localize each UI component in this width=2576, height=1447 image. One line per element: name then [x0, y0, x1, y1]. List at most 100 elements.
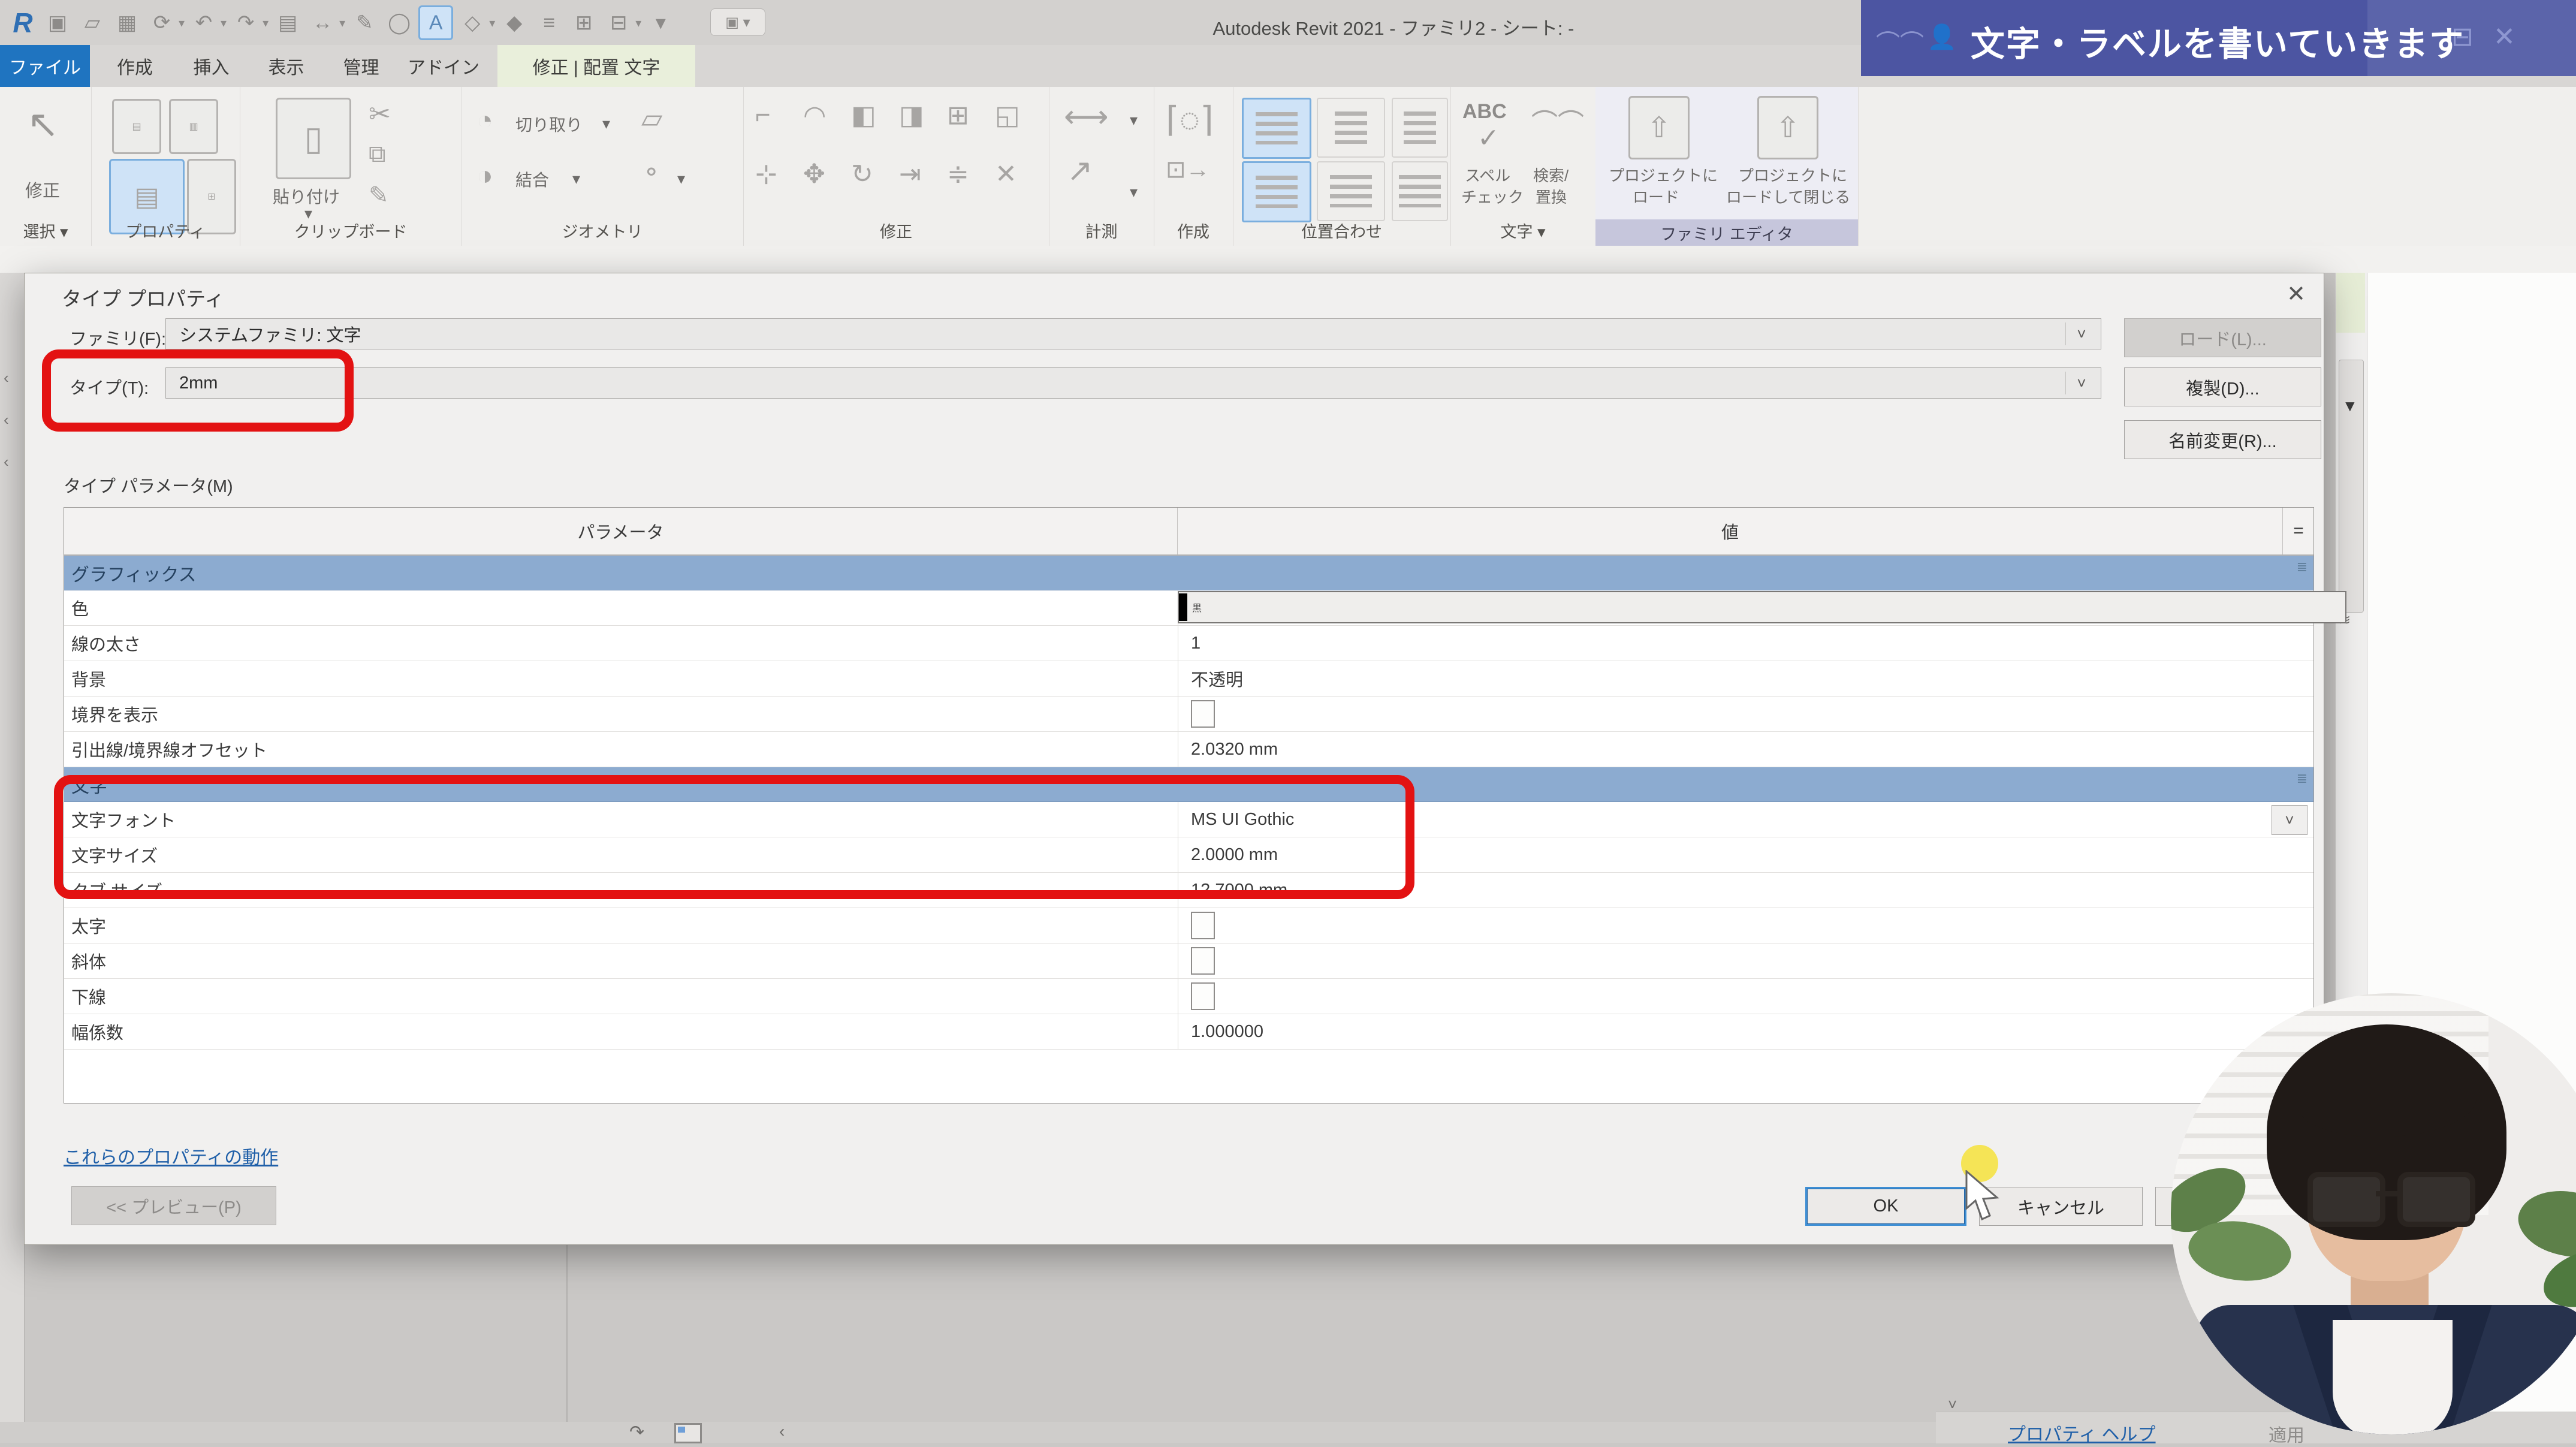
join-geometry-icon[interactable]: ◑ [476, 159, 493, 191]
view-3d-icon[interactable]: ◇ [457, 7, 488, 38]
text-icon[interactable]: A [418, 5, 453, 40]
color-value-editbox[interactable]: 黒 [1178, 591, 2346, 623]
modify-tool-icon-1[interactable]: ⌐ [755, 100, 771, 130]
palette-collapse-icon[interactable]: ‹ [4, 369, 9, 387]
dimension-icon[interactable]: ✎ [349, 7, 380, 38]
group-label-geometry[interactable]: ジオメトリ [461, 219, 743, 242]
tab-5[interactable]: アドイン [399, 45, 488, 87]
dimension-arrow[interactable]: ▾ [1130, 183, 1138, 201]
param-checkbox[interactable] [1191, 912, 1215, 939]
modify-tool-icon-10[interactable]: ⇥ [899, 159, 921, 189]
table-row[interactable]: 下線 [64, 979, 2313, 1014]
join-geometry-arrow[interactable]: ▾ [572, 170, 580, 188]
table-row[interactable]: 太字 [64, 908, 2313, 943]
behavior-help-link[interactable]: これらのプロパティの動作 [64, 1142, 278, 1169]
modify-tool-icon-6[interactable]: ◱ [995, 100, 1020, 131]
copy-icon[interactable]: ⧉ [369, 141, 386, 168]
table-row[interactable]: 境界を表示 [64, 697, 2313, 732]
thin-lines-icon[interactable]: ≡ [533, 7, 565, 38]
param-checkbox[interactable] [1191, 700, 1215, 728]
undo-icon-dropdown[interactable]: ▾ [221, 16, 227, 31]
type-combo-chevron-icon[interactable]: ˅ [2065, 372, 2097, 394]
modify-tool-icon-11[interactable]: ≑ [947, 159, 969, 189]
family-combo-chevron-icon[interactable]: ˅ [2065, 322, 2097, 345]
find-replace-label-1[interactable]: 検索/ [1533, 164, 1568, 186]
align-bottom-center-button[interactable] [1317, 161, 1385, 221]
group-label-measure[interactable]: 計測 [1049, 219, 1154, 242]
cut-geometry-icon[interactable]: ◔ [476, 104, 493, 136]
load-into-project-label-2[interactable]: ロード [1633, 185, 1679, 207]
tab-file[interactable]: ファイル [0, 45, 90, 87]
spell-check-label-2[interactable]: チェック [1461, 185, 1524, 207]
load-into-project-icon[interactable]: ⇧ [1628, 96, 1690, 159]
rename-button[interactable]: 名前変更(R)... [2124, 420, 2321, 459]
measure-arrow[interactable]: ▾ [1130, 111, 1138, 129]
join-geometry-label[interactable]: 結合 [515, 167, 549, 191]
status-scroll-left-icon[interactable]: ‹ [779, 1422, 785, 1441]
palette-scroll-down-icon[interactable]: ˅ [1948, 1395, 1957, 1414]
table-row[interactable]: 色黒 [64, 590, 2313, 626]
font-dropdown-button[interactable]: ˅ [2272, 805, 2307, 835]
align-bottom-right-button[interactable] [1392, 161, 1448, 221]
align-top-left-button[interactable] [1242, 98, 1311, 159]
redo-icon-dropdown[interactable]: ▾ [263, 16, 269, 31]
table-row[interactable]: 幅係数1.000000 [64, 1014, 2313, 1050]
create-similar-icon[interactable]: ⊡→ [1166, 156, 1210, 183]
modify-tool-icon-3[interactable]: ◧ [851, 100, 876, 131]
type-combobox[interactable]: 2mm ˅ [165, 367, 2101, 399]
modify-tool-icon-2[interactable]: ◠ [803, 100, 826, 131]
sync-icon-dropdown[interactable]: ▾ [179, 16, 185, 31]
find-replace-icon[interactable]: ⌒⌒ [1531, 102, 1584, 140]
match-properties-icon[interactable]: ✎ [369, 182, 389, 209]
section-icon[interactable]: ◆ [499, 7, 530, 38]
status-undo-icon[interactable]: ↷ [629, 1422, 644, 1443]
load-close-label-2[interactable]: ロードして閉じる [1726, 185, 1850, 207]
align-top-right-button[interactable] [1392, 98, 1448, 158]
family-combobox[interactable]: システムファミリ: 文字 ˅ [165, 318, 2101, 349]
modify-button-label[interactable]: 修正 [25, 177, 60, 202]
create-group-icon[interactable]: ⌈◌⌉ [1166, 99, 1214, 140]
param-checkbox[interactable] [1191, 947, 1215, 975]
group-label-select[interactable]: 選択 ▾ [0, 219, 91, 242]
palette-collapse-icon-2[interactable]: ‹ [4, 411, 9, 429]
open-icon[interactable]: ▱ [77, 7, 108, 38]
group-label-create[interactable]: 作成 [1154, 219, 1233, 242]
align-top-center-button[interactable] [1317, 98, 1385, 158]
measure-icon[interactable]: ↔ [307, 7, 338, 38]
undo-icon[interactable]: ↶ [188, 7, 219, 38]
table-row[interactable]: 背景不透明 [64, 661, 2313, 697]
qat-customize-icon[interactable]: ▾ [645, 7, 676, 38]
param-checkbox[interactable] [1191, 982, 1215, 1010]
section-menu-icon[interactable]: ≣ [2297, 771, 2307, 786]
family-category-icon[interactable]: ▥ [169, 99, 218, 154]
section-header[interactable]: グラフィックス≣ [64, 556, 2313, 590]
group-label-modify[interactable]: 修正 [743, 219, 1049, 242]
demolish-icon[interactable]: ⚬ [641, 159, 662, 186]
paint-icon[interactable]: ▱ [641, 102, 662, 134]
section-menu-icon[interactable]: ≣ [2297, 559, 2307, 575]
switch-windows-icon[interactable]: ⊞ [568, 7, 599, 38]
ui-toggle-icon[interactable]: ▣ [42, 7, 73, 38]
parameter-column-header[interactable]: パラメータ [64, 508, 1178, 554]
find-replace-label-2[interactable]: 置換 [1536, 185, 1567, 207]
group-label-properties[interactable]: プロパティ [91, 219, 240, 242]
cut-geometry-label[interactable]: 切り取り [515, 112, 583, 136]
group-label-align[interactable]: 位置合わせ [1233, 219, 1450, 242]
tab-2[interactable]: 挿入 [177, 45, 246, 87]
measure-tool-icon[interactable]: ⟷ [1064, 99, 1109, 135]
paste-icon[interactable]: ▯ [276, 98, 351, 179]
tile-windows-icon-dropdown[interactable]: ▾ [635, 16, 641, 31]
table-menu-icon[interactable]: = [2283, 508, 2314, 554]
table-row[interactable]: 線の太さ1 [64, 626, 2313, 661]
sync-icon[interactable]: ⟳ [146, 7, 177, 38]
cut-icon[interactable]: ✂ [369, 99, 391, 129]
modify-tool-icon-5[interactable]: ⊞ [947, 100, 969, 131]
tab-1[interactable]: 作成 [99, 45, 171, 87]
palette-collapse-icon-3[interactable]: ‹ [4, 453, 9, 471]
modify-cursor-icon[interactable]: ↖ [27, 102, 59, 147]
table-row[interactable]: 引出線/境界線オフセット2.0320 mm [64, 732, 2313, 767]
modify-tool-icon-12[interactable]: ✕ [995, 159, 1017, 189]
tab-3[interactable]: 表示 [252, 45, 321, 87]
tag-icon[interactable]: ◯ [384, 7, 415, 38]
duplicate-button[interactable]: 複製(D)... [2124, 367, 2321, 406]
